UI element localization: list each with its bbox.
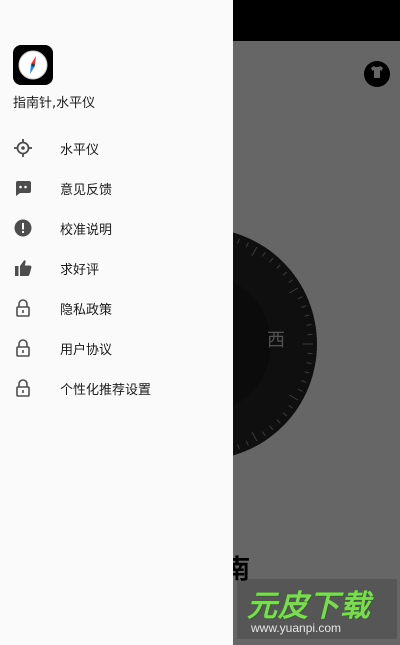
menu-item-personalized-recommendation[interactable]: 个性化推荐设置 — [0, 368, 233, 408]
navigation-drawer: 指南针,水平仪 水平仪 意见反馈 校准说明 求好评 隐私政策 用户协议 个性化推… — [0, 0, 233, 645]
lock-icon — [13, 338, 33, 358]
menu-item-level[interactable]: 水平仪 — [0, 128, 233, 168]
app-name: 指南针,水平仪 — [13, 96, 96, 111]
menu-item-user-agreement[interactable]: 用户协议 — [0, 328, 233, 368]
watermark-title: 元皮下载 — [247, 589, 371, 624]
app-logo — [13, 45, 53, 85]
menu-item-label: 用户协议 — [60, 342, 113, 358]
alert-icon — [13, 218, 33, 238]
crosshair-icon — [13, 138, 33, 158]
compass-logo-icon — [18, 50, 48, 80]
lock-icon — [13, 378, 33, 398]
thumbs-up-icon — [13, 258, 33, 278]
lock-icon — [13, 298, 33, 318]
watermark: 元皮下载 www.yuanpi.com — [237, 579, 397, 639]
menu-item-label: 个性化推荐设置 — [60, 382, 152, 398]
menu-item-calibration[interactable]: 校准说明 — [0, 208, 233, 248]
feedback-icon — [13, 178, 33, 198]
menu-item-label: 水平仪 — [60, 142, 100, 158]
menu-item-label: 意见反馈 — [60, 182, 113, 198]
menu-item-rate[interactable]: 求好评 — [0, 248, 233, 288]
menu-item-privacy-policy[interactable]: 隐私政策 — [0, 288, 233, 328]
menu-item-feedback[interactable]: 意见反馈 — [0, 168, 233, 208]
menu-item-label: 求好评 — [60, 262, 100, 278]
watermark-url: www.yuanpi.com — [251, 621, 342, 635]
menu-item-label: 校准说明 — [60, 222, 113, 238]
menu-item-label: 隐私政策 — [60, 302, 113, 318]
